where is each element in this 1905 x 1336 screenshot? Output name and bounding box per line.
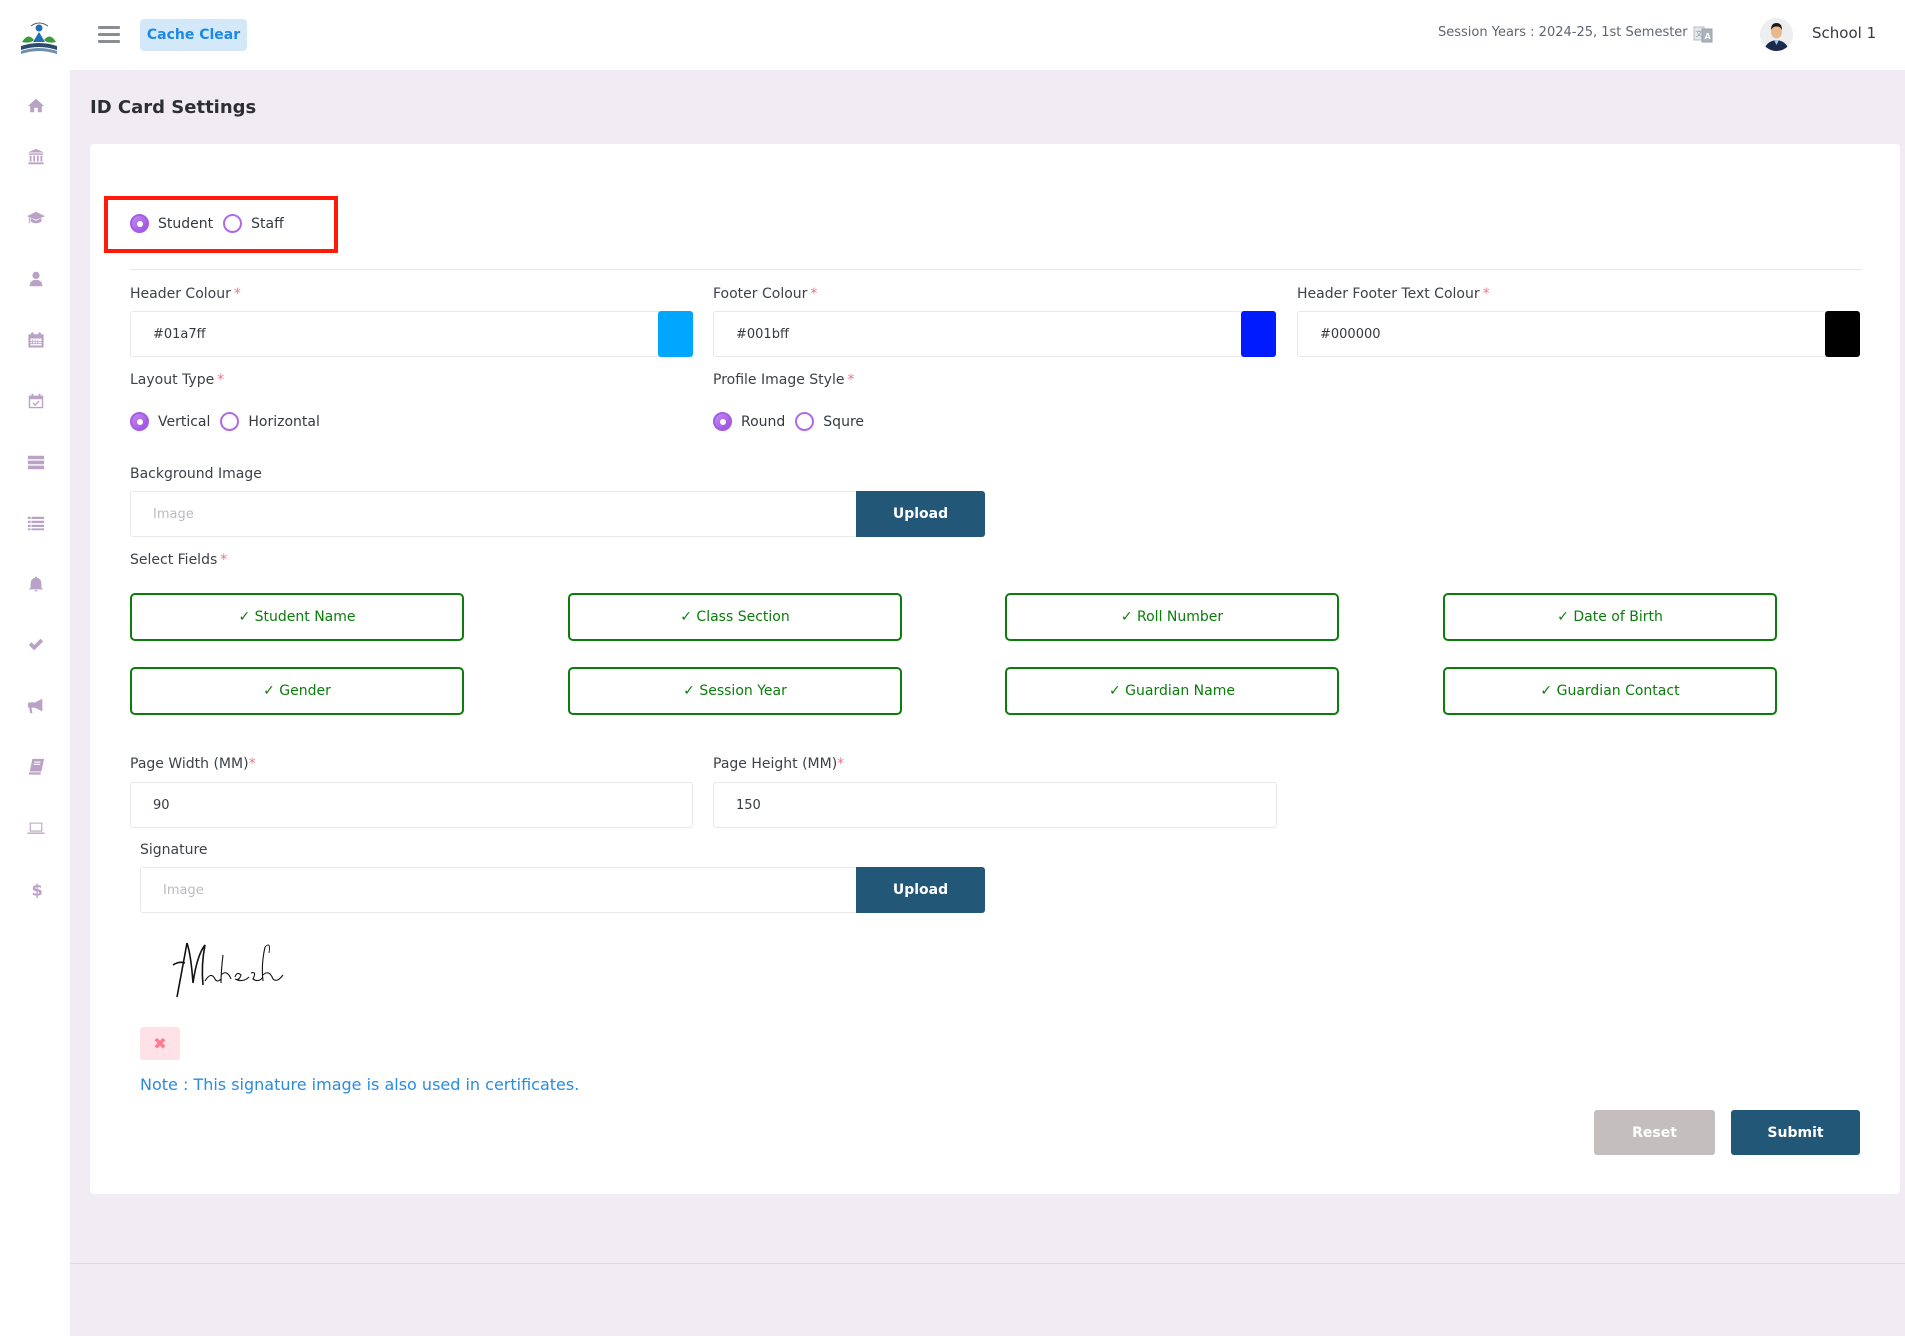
school-logo[interactable]: [18, 20, 60, 58]
layout-type-label: Layout Type *: [130, 372, 225, 388]
text-colour-input[interactable]: #000000: [1297, 311, 1860, 357]
footer-divider: [70, 1263, 1905, 1264]
radio-unchecked-icon: [220, 412, 240, 431]
dollar-icon[interactable]: $: [25, 879, 47, 899]
text-colour-label: Header Footer Text Colour *: [1297, 286, 1490, 302]
bullhorn-icon[interactable]: [25, 696, 47, 716]
bell-icon[interactable]: [25, 574, 47, 594]
check-icon[interactable]: [25, 635, 47, 655]
page-height-label: Page Height (MM)*: [713, 756, 845, 772]
user-name[interactable]: School 1: [1812, 24, 1876, 42]
close-icon: ✖: [153, 1034, 167, 1053]
header-colour-input[interactable]: #01a7ff: [130, 311, 693, 357]
header-colour-swatch[interactable]: [658, 311, 693, 357]
radio-checked-icon: [713, 412, 732, 431]
field-chip-class-section[interactable]: ✓ Class Section: [568, 593, 902, 641]
section-divider: [130, 269, 1862, 270]
background-image-input[interactable]: Image: [130, 491, 857, 537]
book-icon[interactable]: [25, 757, 47, 777]
profile-image-style-radio-group: Round Squre: [713, 412, 874, 431]
laptop-icon[interactable]: [25, 818, 47, 838]
language-icon[interactable]: A 文: [1693, 24, 1713, 44]
session-years-text: Session Years : 2024-25, 1st Semester: [1438, 25, 1688, 40]
graduation-cap-icon[interactable]: [25, 208, 47, 228]
page-width-input[interactable]: 90: [130, 782, 693, 828]
page-title: ID Card Settings: [90, 97, 257, 118]
field-chip-session-year[interactable]: ✓ Session Year: [568, 667, 902, 715]
field-chip-date-of-birth[interactable]: ✓ Date of Birth: [1443, 593, 1777, 641]
menu-toggle-icon[interactable]: [98, 26, 120, 44]
radio-label: Squre: [823, 413, 865, 430]
user-icon[interactable]: [25, 269, 47, 289]
signature-note: Note : This signature image is also used…: [140, 1075, 580, 1094]
radio-student[interactable]: Student: [130, 214, 213, 233]
calendar-icon[interactable]: [25, 330, 47, 350]
footer-colour-input[interactable]: #001bff: [713, 311, 1276, 357]
institution-icon[interactable]: [25, 147, 47, 167]
radio-label: Vertical: [158, 413, 211, 430]
signature-upload-button[interactable]: Upload: [856, 867, 985, 913]
header-colour-label: Header Colour *: [130, 286, 241, 302]
radio-staff[interactable]: Staff: [223, 214, 284, 233]
profile-image-style-label: Profile Image Style *: [713, 372, 855, 388]
signature-preview-image: [165, 935, 335, 1005]
radio-checked-icon: [130, 214, 149, 233]
radio-round[interactable]: Round: [713, 412, 785, 431]
list-icon[interactable]: [25, 513, 47, 533]
svg-text:文: 文: [1696, 29, 1703, 38]
svg-text:A: A: [1705, 32, 1712, 41]
id-card-type-radio-group: Student Staff: [130, 214, 294, 233]
radio-squre[interactable]: Squre: [795, 412, 864, 431]
svg-text:$: $: [32, 880, 43, 898]
layout-type-radio-group: Vertical Horizontal: [130, 412, 330, 431]
radio-label: Staff: [251, 215, 284, 232]
delete-signature-button[interactable]: ✖: [140, 1027, 180, 1060]
radio-horizontal[interactable]: Horizontal: [220, 412, 320, 431]
radio-label: Round: [741, 413, 786, 430]
radio-unchecked-icon: [795, 412, 815, 431]
reset-button[interactable]: Reset: [1594, 1110, 1715, 1155]
background-image-upload-button[interactable]: Upload: [856, 491, 985, 537]
text-colour-swatch[interactable]: [1825, 311, 1860, 357]
sidebar: $: [0, 70, 70, 1336]
field-chip-gender[interactable]: ✓ Gender: [130, 667, 464, 715]
signature-input[interactable]: Image: [140, 867, 857, 913]
server-icon[interactable]: [25, 452, 47, 472]
user-avatar[interactable]: [1760, 18, 1793, 51]
page-width-label: Page Width (MM)*: [130, 756, 256, 772]
radio-label: Horizontal: [248, 413, 320, 430]
top-navbar: Cache Clear Session Years : 2024-25, 1st…: [0, 0, 1905, 70]
footer-colour-label: Footer Colour *: [713, 286, 818, 302]
field-chip-student-name[interactable]: ✓ Student Name: [130, 593, 464, 641]
select-fields-label: Select Fields *: [130, 552, 228, 568]
radio-unchecked-icon: [223, 214, 243, 233]
submit-button[interactable]: Submit: [1731, 1110, 1860, 1155]
background-image-label: Background Image: [130, 466, 262, 482]
cache-clear-button[interactable]: Cache Clear: [140, 19, 247, 51]
home-icon[interactable]: [25, 96, 47, 116]
page-height-input[interactable]: 150: [713, 782, 1277, 828]
field-chip-guardian-name[interactable]: ✓ Guardian Name: [1005, 667, 1339, 715]
radio-checked-icon: [130, 412, 149, 431]
calendar-check-icon[interactable]: [25, 391, 47, 411]
footer-colour-swatch[interactable]: [1241, 311, 1276, 357]
field-chip-roll-number[interactable]: ✓ Roll Number: [1005, 593, 1339, 641]
radio-vertical[interactable]: Vertical: [130, 412, 210, 431]
signature-label: Signature: [140, 842, 208, 858]
radio-label: Student: [158, 215, 214, 232]
field-chip-guardian-contact[interactable]: ✓ Guardian Contact: [1443, 667, 1777, 715]
